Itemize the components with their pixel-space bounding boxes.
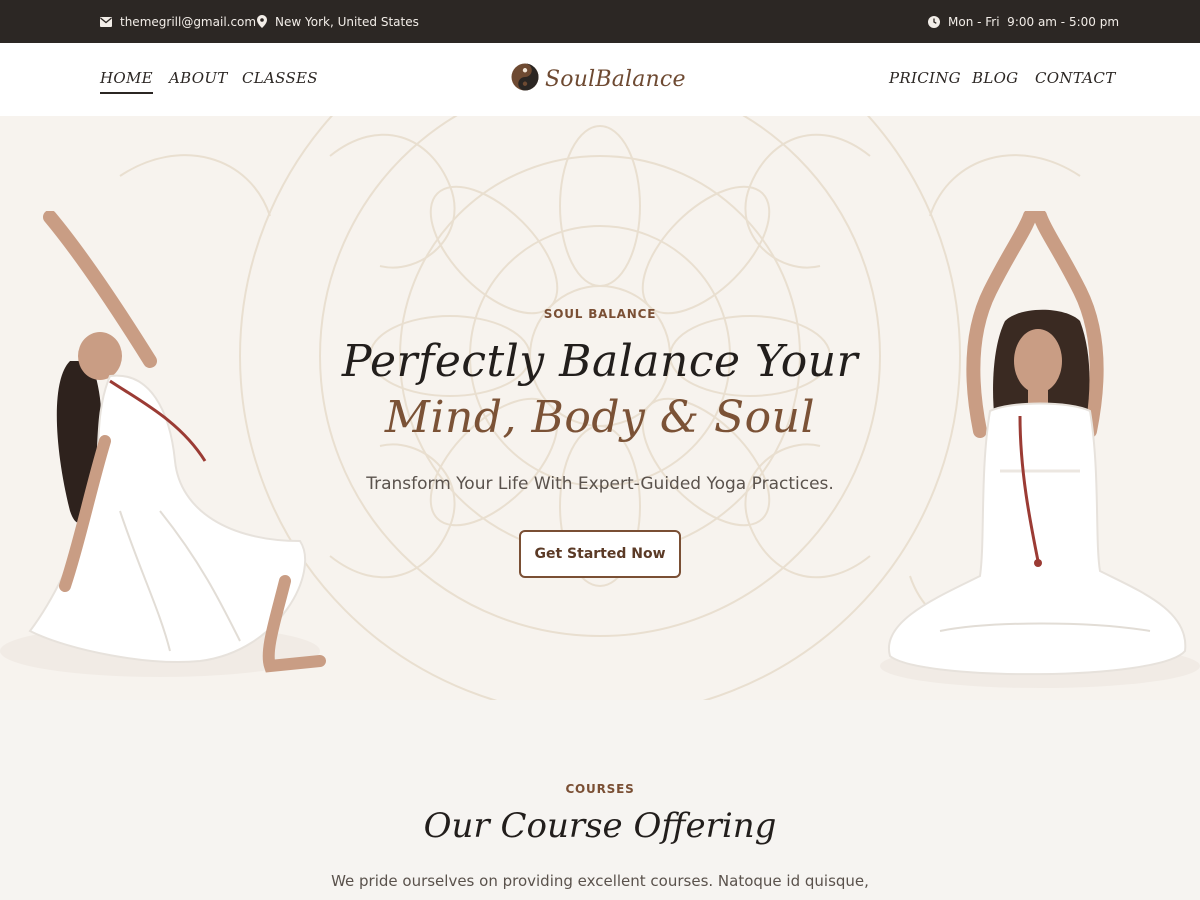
hero-eyebrow: SOUL BALANCE <box>543 307 657 321</box>
clock-icon <box>928 15 940 28</box>
logo-text: SoulBalance <box>545 66 686 92</box>
get-started-button[interactable]: Get Started Now <box>519 530 681 578</box>
topbar-hours-text: Mon - Fri 9:00 am - 5:00 pm <box>948 14 1120 29</box>
top-info-bar: themegrill@gmail.com New York, United St… <box>0 0 1200 43</box>
nav-classes[interactable]: CLASSES <box>242 69 318 87</box>
site-logo[interactable]: SoulBalance <box>511 63 686 95</box>
topbar-location-text: New York, United States <box>275 14 419 29</box>
nav-about[interactable]: ABOUT <box>169 69 228 87</box>
topbar-location: New York, United States <box>257 0 419 43</box>
hero-title-line1: Perfectly Balance Your <box>341 336 859 387</box>
nav-home[interactable]: HOME <box>100 69 153 94</box>
hero-section: SOUL BALANCE Perfectly Balance Your Mind… <box>0 116 1200 700</box>
courses-section: COURSES Our Course Offering We pride our… <box>0 700 1200 900</box>
yoga-woman-right-image <box>880 211 1200 688</box>
topbar-hours: Mon - Fri 9:00 am - 5:00 pm <box>928 0 1119 43</box>
nav-blog[interactable]: BLOG <box>972 69 1018 87</box>
site-header: HOME ABOUT CLASSES SoulBalance PRICING B… <box>0 43 1200 116</box>
topbar-email-text: themegrill@gmail.com <box>120 14 257 29</box>
nav-pricing[interactable]: PRICING <box>889 69 961 87</box>
courses-eyebrow: COURSES <box>565 782 635 796</box>
courses-description: We pride ourselves on providing excellen… <box>331 872 869 890</box>
hero-title-line2: Mind, Body & Soul <box>384 392 816 443</box>
map-pin-icon <box>257 15 267 28</box>
nav-contact[interactable]: CONTACT <box>1035 69 1116 87</box>
envelope-icon <box>100 16 112 27</box>
yoga-woman-left-image <box>0 211 326 677</box>
topbar-email[interactable]: themegrill@gmail.com <box>100 0 256 43</box>
courses-title: Our Course Offering <box>423 806 777 846</box>
hero-subtitle: Transform Your Life With Expert-Guided Y… <box>366 474 834 494</box>
yin-yang-logo-icon <box>511 63 539 95</box>
